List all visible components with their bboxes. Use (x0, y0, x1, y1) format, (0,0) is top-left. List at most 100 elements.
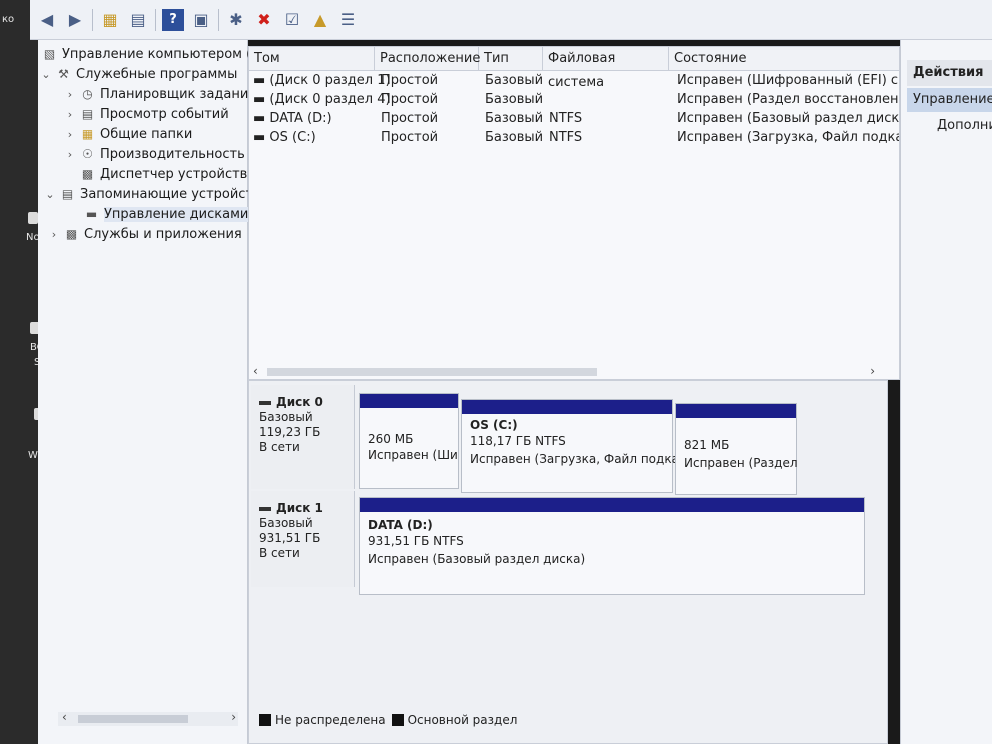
volume-location: Простой (381, 130, 439, 145)
scroll-right-icon[interactable]: › (870, 364, 875, 378)
partition-recovery[interactable]: 821 МБ Исправен (Раздел (675, 403, 798, 495)
folder-icon[interactable]: ▦ (99, 9, 121, 31)
partition-bar (676, 404, 796, 418)
scroll-left-icon[interactable]: ‹ (253, 364, 258, 378)
column-header-type[interactable]: Тип (479, 47, 543, 71)
performance-icon: ☉ (82, 146, 93, 161)
actions-disk-management[interactable]: Управление д (907, 88, 992, 112)
actions-more-link[interactable]: Дополни (937, 118, 992, 133)
partition-bar (462, 400, 672, 414)
toolbar: ◀ ▶ ▦ ▤ ? ▣ ✱ ✖ ☑ ▲ ☰ (30, 0, 992, 40)
back-arrow-icon[interactable]: ◀ (36, 9, 58, 31)
table-row[interactable]: ▬ (Диск 0 раздел 1) Простой Базовый Испр… (249, 71, 899, 90)
scroll-right-icon[interactable]: › (231, 710, 236, 724)
tree-item-storage[interactable]: ⌄ ▤ Запоминающие устройст (44, 184, 253, 204)
column-header-volume[interactable]: Том (249, 47, 375, 71)
console-tree-icon[interactable]: ▤ (127, 9, 149, 31)
scrollbar-thumb[interactable] (78, 715, 188, 723)
disk-1-status: В сети (259, 546, 300, 560)
delete-icon[interactable]: ✖ (253, 9, 275, 31)
tree-item-disk-management[interactable]: ▬ Управление дисками (84, 204, 249, 224)
column-header-filesystem[interactable]: Файловая система (543, 47, 669, 90)
table-row[interactable]: ▬ DATA (D:) Простой Базовый NTFS Исправе… (249, 109, 899, 128)
volume-type: Базовый (485, 130, 544, 145)
chevron-right-icon[interactable]: › (64, 88, 76, 101)
volume-status: Исправен (Шифрованный (EFI) систе (677, 73, 899, 88)
folder-up-icon[interactable]: ▲ (309, 9, 331, 31)
tree-item-services-apps[interactable]: › ▩ Службы и приложения (48, 224, 242, 244)
toolbar-separator (155, 8, 156, 31)
disk-1-info[interactable]: Диск 1 Базовый 931,51 ГБ В сети (251, 491, 355, 587)
chevron-right-icon[interactable]: › (64, 148, 76, 161)
tree-item-task-scheduler[interactable]: › ◷ Планировщик заданий (64, 84, 257, 104)
volume-list-header: Том Расположение Тип Файловая система Со… (249, 47, 901, 90)
tree-item-label: Диспетчер устройств (100, 166, 248, 182)
volume-status: Исправен (Раздел восстановления) (677, 92, 899, 107)
partition-os-c[interactable]: OS (C:) 118,17 ГБ NTFS Исправен (Загрузк… (461, 399, 686, 493)
volume-name-text: (Диск 0 раздел 1) (269, 73, 391, 88)
disk-0-info[interactable]: Диск 0 Базовый 119,23 ГБ В сети (251, 385, 355, 489)
tree-item-label: Управление компьютером (л (62, 46, 260, 62)
check-icon[interactable]: ☑ (281, 9, 303, 31)
volume-location: Простой (381, 92, 439, 107)
disk-management-icon: ▬ (85, 206, 98, 221)
services-icon: ▩ (65, 226, 78, 241)
properties-icon[interactable]: ☰ (337, 9, 359, 31)
disk-name-text: Диск 1 (276, 501, 323, 515)
partition-status: Исправен (Базовый раздел диска) (368, 552, 586, 566)
tree-horizontal-scrollbar[interactable]: ‹ › (58, 710, 238, 726)
console-tree: ▧ Управление компьютером (л ⌄ ⚒ Служебны… (38, 40, 260, 744)
chevron-right-icon[interactable]: › (64, 108, 76, 121)
tree-item-device-manager[interactable]: ▩ Диспетчер устройств (80, 164, 248, 184)
partition-efi[interactable]: 260 МБ Исправен (Ши (359, 393, 459, 489)
volume-name-text: (Диск 0 раздел 4) (269, 92, 391, 107)
partition-bar (360, 394, 458, 408)
column-header-status[interactable]: Состояние (669, 47, 901, 71)
console-icon[interactable]: ▣ (190, 9, 212, 31)
volume-type: Базовый (485, 73, 544, 88)
chevron-right-icon[interactable]: › (64, 128, 76, 141)
disk-1-type: Базовый (259, 516, 313, 530)
tree-item-performance[interactable]: › ☉ Производительность (64, 144, 245, 164)
tree-item-computer-management[interactable]: ▧ Управление компьютером (л (42, 44, 260, 64)
clock-icon: ◷ (82, 86, 93, 101)
actions-panel: Действия Управление д Дополни (900, 40, 992, 744)
tree-item-system-tools[interactable]: ⌄ ⚒ Служебные программы (40, 64, 237, 84)
toolbar-separator (218, 8, 219, 31)
chevron-right-icon[interactable]: › (48, 228, 60, 241)
connect-icon[interactable]: ✱ (225, 9, 247, 31)
column-header-location[interactable]: Расположение (375, 47, 480, 71)
partition-size: 931,51 ГБ NTFS (368, 534, 464, 548)
partition-status: Исправен (Раздел (684, 456, 798, 470)
scroll-left-icon[interactable]: ‹ (62, 710, 67, 724)
forward-arrow-icon[interactable]: ▶ (64, 9, 86, 31)
tree-item-label: Службы и приложения (84, 226, 242, 242)
tools-icon: ⚒ (58, 66, 69, 81)
table-row[interactable]: ▬ (Диск 0 раздел 4) Простой Базовый Испр… (249, 90, 899, 109)
toolbar-separator (92, 8, 93, 31)
disk-0-size: 119,23 ГБ (259, 425, 321, 439)
partition-size: 118,17 ГБ NTFS (470, 434, 566, 448)
partition-size: 821 МБ (684, 438, 730, 452)
partition-data-d[interactable]: DATA (D:) 931,51 ГБ NTFS Исправен (Базов… (359, 497, 865, 595)
partition-bar (360, 498, 864, 512)
desktop-shortcut-icon[interactable] (28, 212, 38, 224)
chevron-down-icon[interactable]: ⌄ (40, 68, 52, 81)
tree-item-event-viewer[interactable]: › ▤ Просмотр событий (64, 104, 229, 124)
table-row[interactable]: ▬ OS (C:) Простой Базовый NTFS Исправен … (249, 128, 899, 147)
storage-icon: ▤ (61, 186, 74, 201)
tree-item-label: Просмотр событий (100, 106, 229, 122)
disk-icon (259, 400, 271, 405)
disk-1-name: Диск 1 (259, 501, 354, 516)
tree-item-label: Общие папки (100, 126, 193, 142)
volume-type: Базовый (485, 111, 544, 126)
volume-list-horizontal-scrollbar[interactable]: ‹ › (249, 364, 899, 379)
scrollbar-thumb[interactable] (267, 368, 597, 376)
tree-item-shared-folders[interactable]: › ▦ Общие папки (64, 124, 193, 144)
volume-name: ▬ OS (C:) (253, 130, 316, 145)
volume-name: ▬ (Диск 0 раздел 4) (253, 92, 391, 107)
partition-status: Исправен (Ши (368, 448, 458, 462)
help-icon[interactable]: ? (162, 8, 184, 31)
partition-title: OS (C:) (470, 418, 518, 432)
chevron-down-icon[interactable]: ⌄ (44, 188, 56, 201)
